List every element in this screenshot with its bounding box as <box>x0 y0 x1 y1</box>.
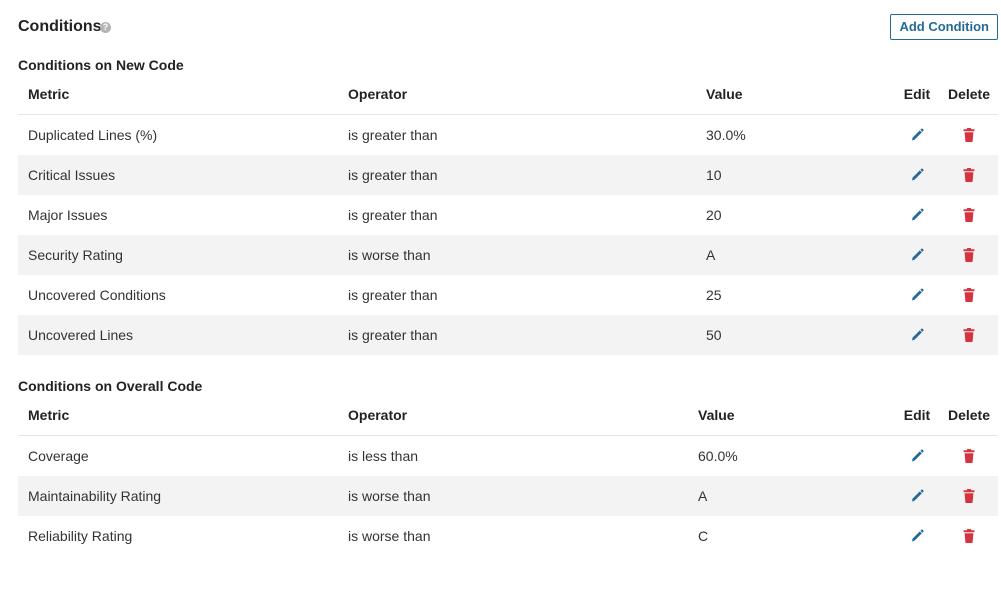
pencil-icon[interactable] <box>907 285 927 305</box>
operator-cell: is greater than <box>338 114 696 155</box>
column-header-delete: Delete <box>940 395 998 436</box>
delete-cell <box>940 315 998 355</box>
operator-cell: is greater than <box>338 275 696 315</box>
table-row: Uncovered Conditions is greater than 25 <box>18 275 998 315</box>
table-row: Duplicated Lines (%) is greater than 30.0% <box>18 114 998 155</box>
value-cell: A <box>696 235 894 275</box>
table-row: Coverage is less than 60.0% <box>18 435 998 476</box>
delete-cell <box>940 114 998 155</box>
trash-icon[interactable] <box>959 486 979 506</box>
overall-code-conditions-table: Metric Operator Value Edit Delete Covera… <box>18 395 998 556</box>
column-header-value: Value <box>688 395 894 436</box>
section-title-overall-code: Conditions on Overall Code <box>18 378 203 394</box>
column-header-metric: Metric <box>18 74 338 115</box>
edit-cell <box>894 235 940 275</box>
edit-cell <box>894 435 940 476</box>
pencil-icon[interactable] <box>907 526 927 546</box>
operator-cell: is worse than <box>338 476 688 516</box>
column-header-edit: Edit <box>894 74 940 115</box>
trash-icon[interactable] <box>959 165 979 185</box>
delete-cell <box>940 435 998 476</box>
pencil-icon[interactable] <box>907 325 927 345</box>
table-row: Maintainability Rating is worse than A <box>18 476 998 516</box>
section-title-new-code: Conditions on New Code <box>18 57 184 73</box>
value-cell: 60.0% <box>688 435 894 476</box>
operator-cell: is greater than <box>338 195 696 235</box>
trash-icon[interactable] <box>959 125 979 145</box>
metric-cell: Duplicated Lines (%) <box>18 114 338 155</box>
trash-icon[interactable] <box>959 245 979 265</box>
metric-cell: Uncovered Lines <box>18 315 338 355</box>
pencil-icon[interactable] <box>907 125 927 145</box>
trash-icon[interactable] <box>959 205 979 225</box>
delete-cell <box>940 476 998 516</box>
value-cell: 50 <box>696 315 894 355</box>
column-header-operator: Operator <box>338 395 688 436</box>
table-row: Security Rating is worse than A <box>18 235 998 275</box>
add-condition-button[interactable]: Add Condition <box>890 14 998 40</box>
table-row: Critical Issues is greater than 10 <box>18 155 998 195</box>
value-cell: 10 <box>696 155 894 195</box>
trash-icon[interactable] <box>959 526 979 546</box>
pencil-icon[interactable] <box>907 205 927 225</box>
delete-cell <box>940 516 998 556</box>
metric-cell: Reliability Rating <box>18 516 338 556</box>
delete-cell <box>940 195 998 235</box>
trash-icon[interactable] <box>959 285 979 305</box>
value-cell: 20 <box>696 195 894 235</box>
operator-cell: is greater than <box>338 315 696 355</box>
pencil-icon[interactable] <box>907 486 927 506</box>
column-header-delete: Delete <box>940 74 998 115</box>
value-cell: 30.0% <box>696 114 894 155</box>
new-code-rows: Duplicated Lines (%) is greater than 30.0%… <box>18 114 998 355</box>
conditions-header: Conditions ? Add Condition <box>18 14 998 40</box>
value-cell: C <box>688 516 894 556</box>
operator-cell: is worse than <box>338 516 688 556</box>
metric-cell: Maintainability Rating <box>18 476 338 516</box>
metric-cell: Uncovered Conditions <box>18 275 338 315</box>
edit-cell <box>894 516 940 556</box>
pencil-icon[interactable] <box>907 446 927 466</box>
table-row: Reliability Rating is worse than C <box>18 516 998 556</box>
metric-cell: Security Rating <box>18 235 338 275</box>
edit-cell <box>894 275 940 315</box>
edit-cell <box>894 155 940 195</box>
edit-cell <box>894 315 940 355</box>
pencil-icon[interactable] <box>907 245 927 265</box>
delete-cell <box>940 155 998 195</box>
operator-cell: is less than <box>338 435 688 476</box>
edit-cell <box>894 195 940 235</box>
trash-icon[interactable] <box>959 325 979 345</box>
page-title: Conditions <box>18 18 102 35</box>
delete-cell <box>940 275 998 315</box>
column-header-metric: Metric <box>18 395 338 436</box>
edit-cell <box>894 114 940 155</box>
column-header-edit: Edit <box>894 395 940 436</box>
value-cell: 25 <box>696 275 894 315</box>
table-row: Major Issues is greater than 20 <box>18 195 998 235</box>
delete-cell <box>940 235 998 275</box>
operator-cell: is worse than <box>338 235 696 275</box>
metric-cell: Major Issues <box>18 195 338 235</box>
overall-code-rows: Coverage is less than 60.0% Maintainability… <box>18 435 998 556</box>
column-header-operator: Operator <box>338 74 696 115</box>
edit-cell <box>894 476 940 516</box>
new-code-conditions-table: Metric Operator Value Edit Delete Duplic… <box>18 74 998 355</box>
metric-cell: Critical Issues <box>18 155 338 195</box>
operator-cell: is greater than <box>338 155 696 195</box>
table-row: Uncovered Lines is greater than 50 <box>18 315 998 355</box>
column-header-value: Value <box>696 74 894 115</box>
help-icon[interactable]: ? <box>100 22 111 33</box>
metric-cell: Coverage <box>18 435 338 476</box>
pencil-icon[interactable] <box>907 165 927 185</box>
value-cell: A <box>688 476 894 516</box>
trash-icon[interactable] <box>959 446 979 466</box>
